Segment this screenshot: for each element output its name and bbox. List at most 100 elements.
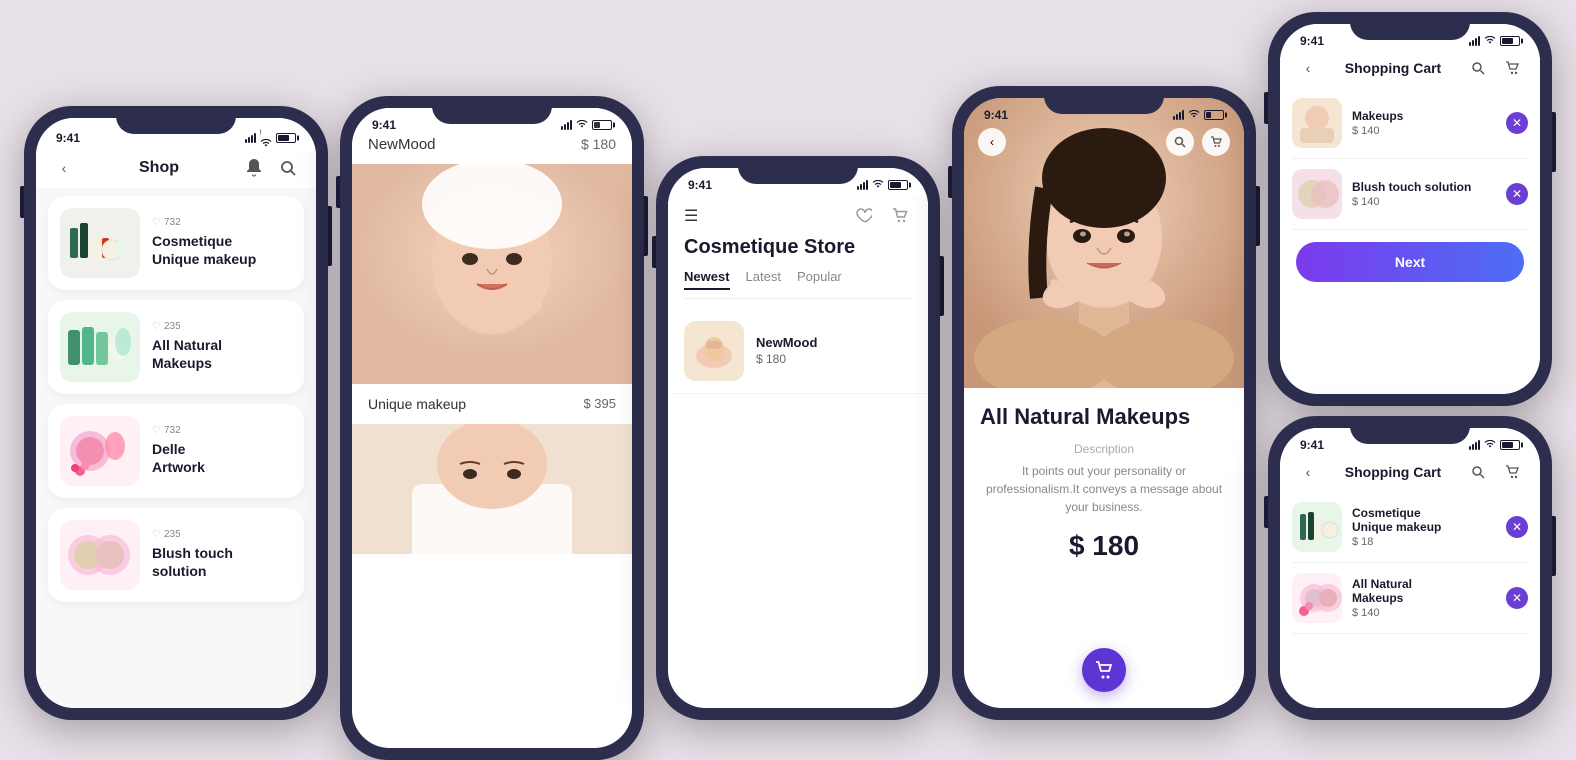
notch-6 xyxy=(1360,416,1460,440)
list-item[interactable]: ♡ 235 All NaturalMakeups xyxy=(48,300,304,394)
product-likes-3: ♡ 732 xyxy=(152,425,292,436)
wifi-icon-1: ᵎ xyxy=(260,128,272,148)
woman-illustration-1 xyxy=(352,164,632,384)
list-item[interactable]: Makeups $ 140 ✕ xyxy=(1292,88,1528,159)
product-detail-content: All Natural Makeups Description It point… xyxy=(964,388,1244,592)
signal-icon-5 xyxy=(1469,36,1480,46)
tab-popular[interactable]: Popular xyxy=(797,269,842,290)
search-icon-1[interactable] xyxy=(276,156,300,180)
newmood-label: NewMood xyxy=(368,136,436,153)
tab-latest[interactable]: Latest xyxy=(746,269,781,290)
browse-image-2 xyxy=(352,424,632,554)
search-icon-5[interactable] xyxy=(1466,56,1490,80)
list-item[interactable]: ♡ 732 DelleArtwork xyxy=(48,404,304,498)
product-name-blush: Blush touchsolution xyxy=(152,544,292,580)
product-image-natural xyxy=(60,312,140,382)
add-to-cart-button[interactable] xyxy=(1082,648,1126,692)
signal-icon-2 xyxy=(561,120,572,130)
status-bar-4: 9:41 xyxy=(964,98,1244,126)
nav-bar-1: ‹ Shop xyxy=(36,152,316,188)
product-detail-desc: It points out your personality or profes… xyxy=(980,462,1228,516)
search-icon-4[interactable] xyxy=(1166,128,1194,156)
phone-3-content: 9:41 ☰ xyxy=(668,168,928,708)
product-list-1: ♡ 732 CosmetiqueUnique makeup xyxy=(36,188,316,620)
cosmetique-info-6: CosmetiqueUnique makeup $ 18 xyxy=(1352,506,1506,548)
product-detail-price: $ 180 xyxy=(980,530,1228,562)
product-info-blush: ♡ 235 Blush touchsolution xyxy=(152,529,292,580)
next-button[interactable]: Next xyxy=(1296,242,1524,282)
store-header: ☰ Cosmetique Store xyxy=(668,196,928,309)
back-button-1[interactable]: ‹ xyxy=(52,156,76,180)
product-info-natural: ♡ 235 All NaturalMakeups xyxy=(152,321,292,372)
woman-face-1 xyxy=(352,164,632,384)
store-header-icons xyxy=(852,204,912,228)
back-button-5[interactable]: ‹ xyxy=(1296,56,1320,80)
remove-natural-button[interactable]: ✕ xyxy=(1506,587,1528,609)
heart-icon-4: ♡ xyxy=(152,529,161,540)
notch-3 xyxy=(748,156,848,180)
notch-2 xyxy=(442,96,542,120)
list-item[interactable]: ♡ 732 CosmetiqueUnique makeup xyxy=(48,196,304,290)
natural-info-6: All NaturalMakeups $ 140 xyxy=(1352,577,1506,619)
nav-bar-6: ‹ Shopping Cart xyxy=(1280,456,1540,492)
battery-icon-4 xyxy=(1204,110,1224,120)
back-button-6[interactable]: ‹ xyxy=(1296,460,1320,484)
list-item[interactable]: All NaturalMakeups $ 140 ✕ xyxy=(1292,563,1528,634)
status-icons-4 xyxy=(1173,110,1224,120)
list-item[interactable]: ♡ 235 Blush touchsolution xyxy=(48,508,304,602)
hero-nav-overlay: ‹ xyxy=(964,128,1244,156)
cosmetique-img-6 xyxy=(1292,502,1342,552)
phone-4-detail: 9:41 xyxy=(952,86,1256,720)
status-icons-6 xyxy=(1469,440,1520,450)
product-detail-desc-label: Description xyxy=(980,442,1228,456)
remove-makeups-button[interactable]: ✕ xyxy=(1506,112,1528,134)
remove-blush-button[interactable]: ✕ xyxy=(1506,183,1528,205)
status-time-6: 9:41 xyxy=(1300,438,1324,452)
list-item[interactable]: NewMood $ 180 xyxy=(668,309,928,394)
product-likes-2: ♡ 235 xyxy=(152,321,292,332)
natural-price-6: $ 140 xyxy=(1352,607,1506,619)
signal-icon-1 xyxy=(245,133,256,143)
newmood-product-img xyxy=(684,321,744,381)
makeups-name: Makeups xyxy=(1352,109,1506,123)
phone-6-shopping-cart: 9:41 ‹ Shopping xyxy=(1268,416,1552,720)
cart-icon-5[interactable] xyxy=(1500,56,1524,80)
phone-5-cart-partial: 9:41 ‹ Shopping xyxy=(1268,12,1552,406)
product-image-delle xyxy=(60,416,140,486)
remove-cosmetique-button[interactable]: ✕ xyxy=(1506,516,1528,538)
browse-image-1 xyxy=(352,164,632,384)
battery-icon-5 xyxy=(1500,36,1520,46)
list-item[interactable]: Blush touch solution $ 140 ✕ xyxy=(1292,159,1528,230)
heart-icon-3: ♡ xyxy=(152,425,161,436)
phone-5-content: 9:41 ‹ Shopping xyxy=(1280,24,1540,394)
status-time-3: 9:41 xyxy=(688,178,712,192)
nav-actions-1 xyxy=(242,156,300,180)
cart-icon-6[interactable] xyxy=(1500,460,1524,484)
back-button-4[interactable]: ‹ xyxy=(978,128,1006,156)
status-icons-2 xyxy=(561,120,612,130)
signal-icon-4 xyxy=(1173,110,1184,120)
product-likes-4: ♡ 235 xyxy=(152,529,292,540)
product-image-blush xyxy=(60,520,140,590)
list-item[interactable]: CosmetiqueUnique makeup $ 18 ✕ xyxy=(1292,492,1528,563)
status-time-1: 9:41 xyxy=(56,131,80,145)
cart-icon-4[interactable] xyxy=(1202,128,1230,156)
heart-icon-1: ♡ xyxy=(152,217,161,228)
store-tabs: Newest Latest Popular xyxy=(684,269,912,299)
store-title: Cosmetique Store xyxy=(684,236,912,259)
blush-name-5: Blush touch solution xyxy=(1352,180,1506,194)
cart-items-5: Makeups $ 140 ✕ xyxy=(1280,88,1540,230)
hamburger-menu[interactable]: ☰ xyxy=(684,206,698,226)
phone-6-content: 9:41 ‹ Shopping xyxy=(1280,428,1540,708)
search-icon-6[interactable] xyxy=(1466,460,1490,484)
wifi-icon-6 xyxy=(1484,440,1496,449)
notification-icon-1[interactable] xyxy=(242,156,266,180)
cart-items-6: CosmetiqueUnique makeup $ 18 ✕ xyxy=(1280,492,1540,634)
product-detail-name: All Natural Makeups xyxy=(980,404,1228,430)
tab-newest[interactable]: Newest xyxy=(684,269,730,290)
nav-title-5: Shopping Cart xyxy=(1320,60,1466,76)
cart-icon-3[interactable] xyxy=(888,204,912,228)
favorites-icon[interactable] xyxy=(852,204,876,228)
blush-info-5: Blush touch solution $ 140 xyxy=(1352,180,1506,208)
blush-price-5: $ 140 xyxy=(1352,196,1506,208)
